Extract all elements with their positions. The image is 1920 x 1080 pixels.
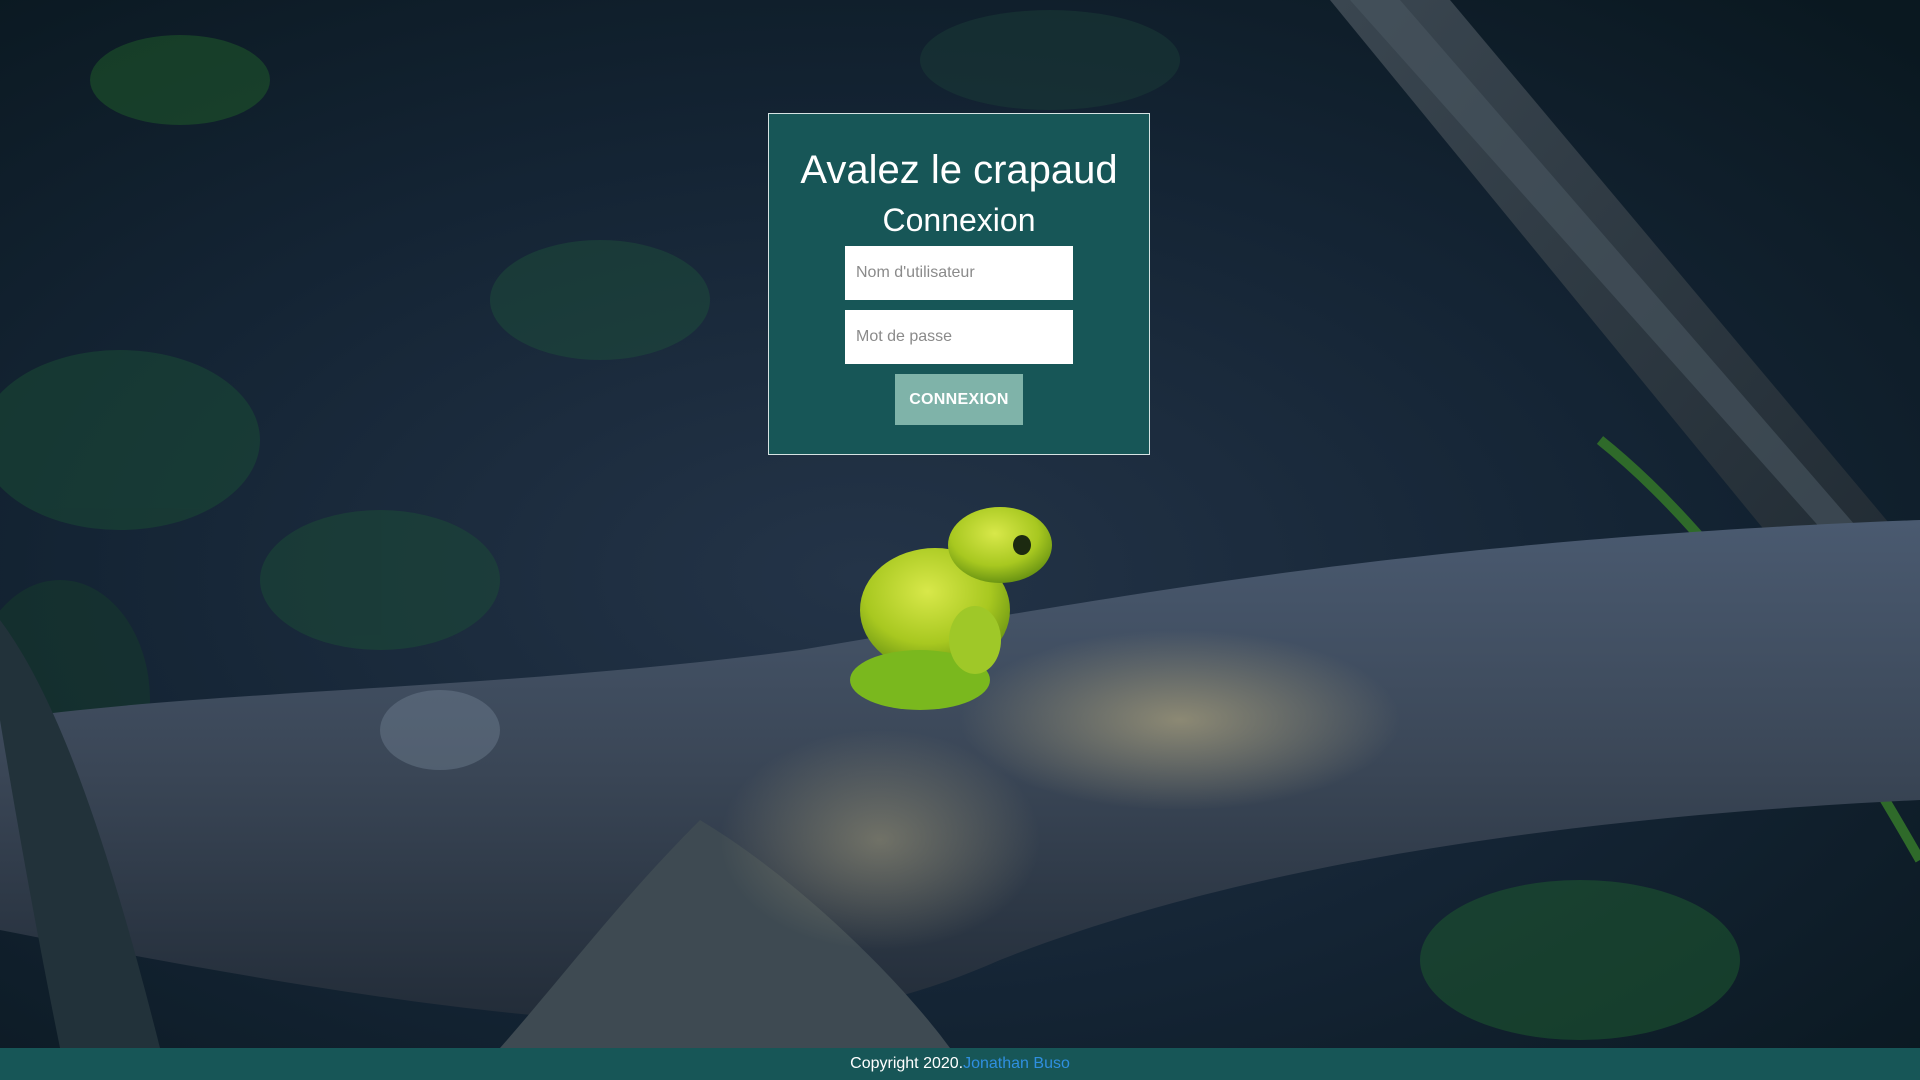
password-input[interactable] [845, 310, 1073, 364]
site-title: Avalez le crapaud [800, 148, 1118, 192]
login-heading: Connexion [882, 202, 1036, 238]
login-panel: Avalez le crapaud Connexion CONNEXION [768, 113, 1150, 455]
copyright-text: Copyright 2020. [850, 1055, 964, 1072]
author-link[interactable]: Jonathan Buso [963, 1055, 1070, 1072]
footer: Copyright 2020.Jonathan Buso [0, 1048, 1920, 1080]
username-input[interactable] [845, 246, 1073, 300]
login-button[interactable]: CONNEXION [895, 374, 1023, 425]
